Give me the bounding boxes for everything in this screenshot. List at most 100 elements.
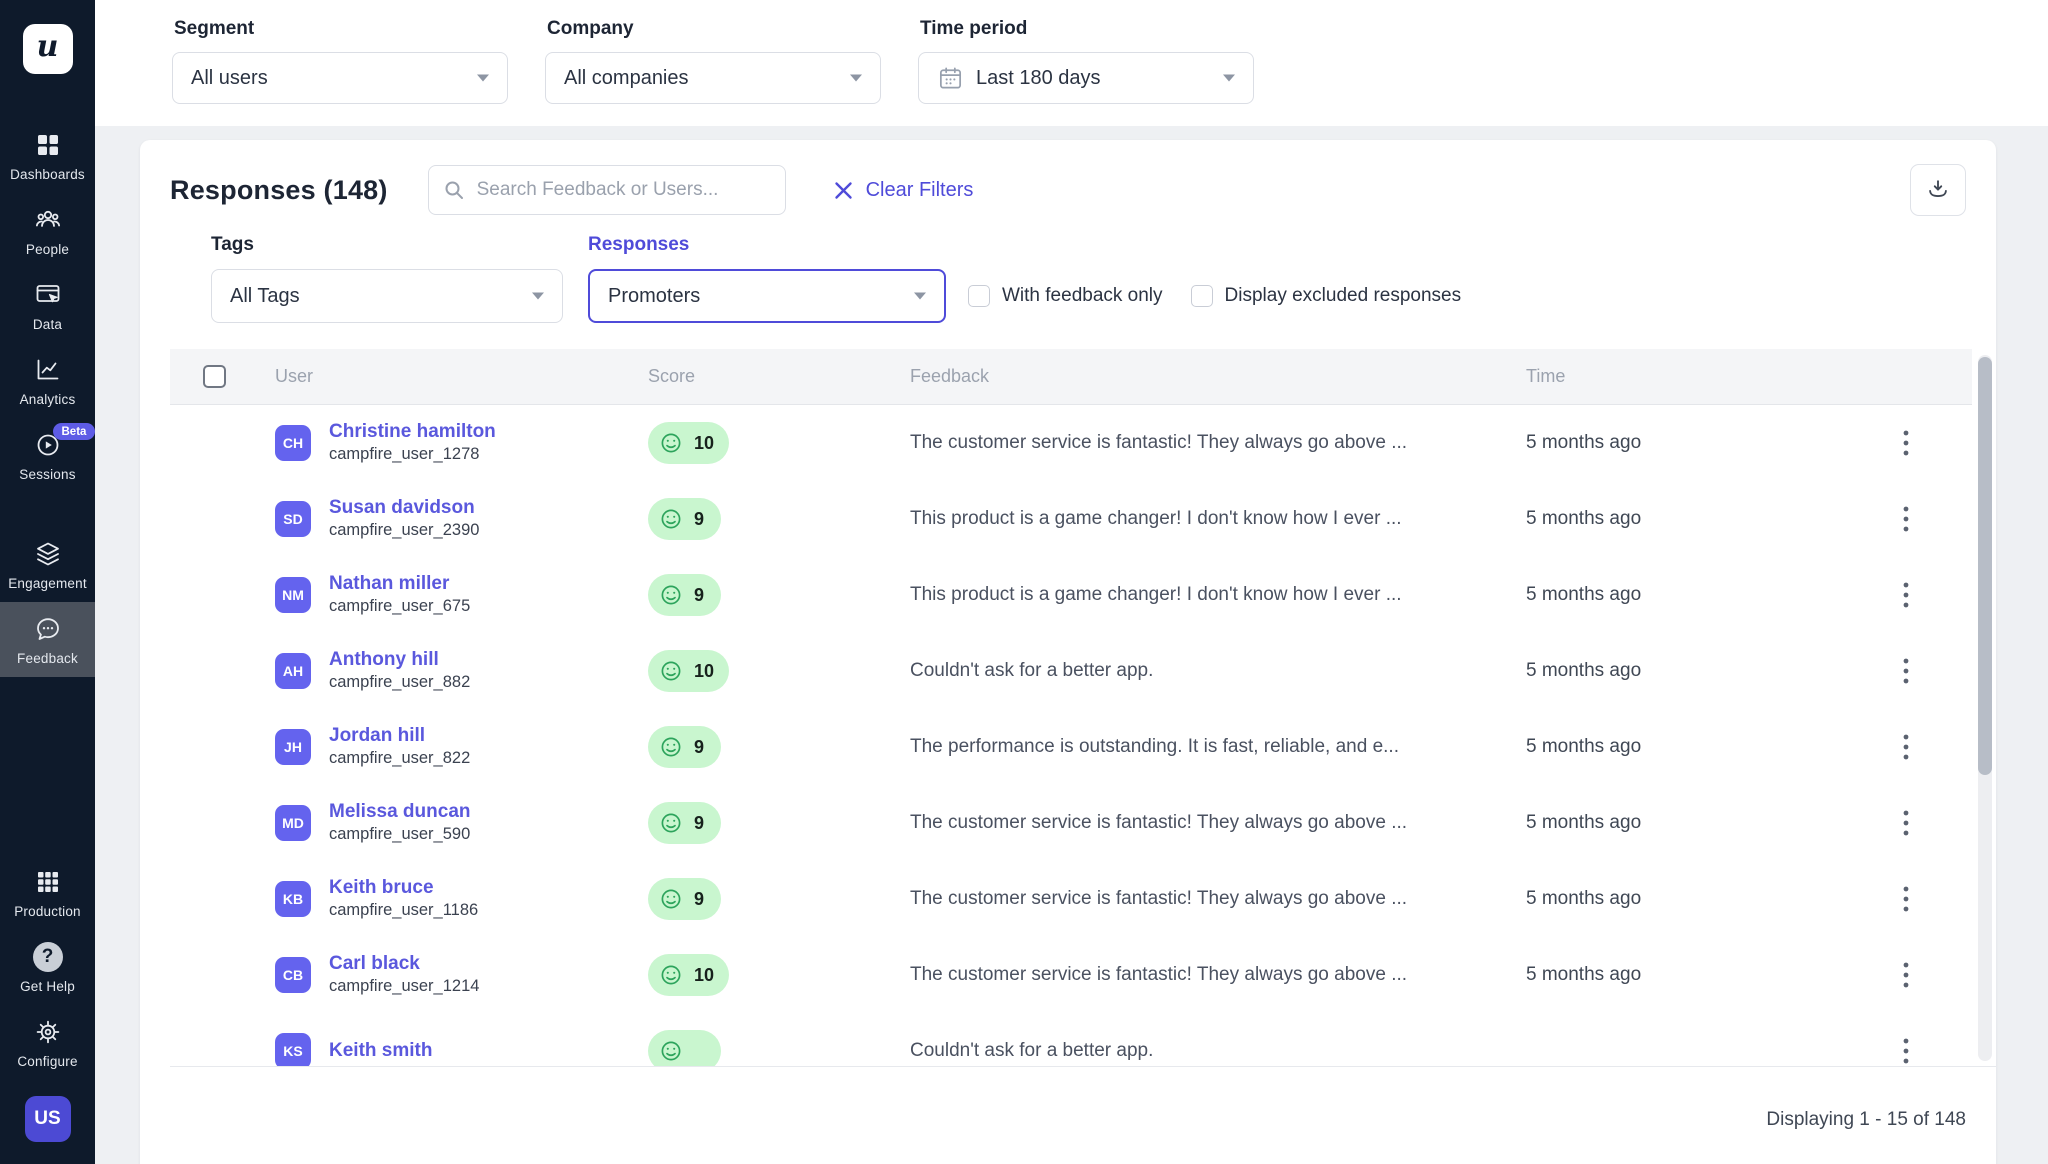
responses-label: Responses xyxy=(588,234,946,256)
score-badge: 9 xyxy=(648,574,721,616)
calendar-icon xyxy=(937,65,964,92)
avatar: KS xyxy=(275,1033,311,1067)
sidebar-item-people[interactable]: People xyxy=(0,193,95,268)
sidebar-item-production[interactable]: Production xyxy=(0,855,95,930)
top-filter-bar: Segment All users Company All companies … xyxy=(95,0,2048,126)
download-button[interactable] xyxy=(1910,164,1966,216)
response-time: 5 months ago xyxy=(1526,888,1826,910)
row-menu-button[interactable] xyxy=(1889,879,1923,919)
tags-filter-group: Tags All Tags xyxy=(211,234,563,323)
score-badge: 10 xyxy=(648,650,729,692)
beta-badge: Beta xyxy=(53,423,96,440)
scrollbar-thumb[interactable] xyxy=(1978,357,1992,775)
smiley-icon xyxy=(657,809,685,837)
score-value: 10 xyxy=(694,433,714,454)
checkbox[interactable] xyxy=(968,285,990,307)
logo-letter: u xyxy=(37,32,59,62)
sidebar-item-dashboards[interactable]: Dashboards xyxy=(0,118,95,193)
user-name-link[interactable]: Carl black xyxy=(329,952,479,976)
feedback-text: The performance is outstanding. It is fa… xyxy=(910,736,1526,758)
user-name-link[interactable]: Susan davidson xyxy=(329,496,479,520)
display-excluded-checkbox[interactable]: Display excluded responses xyxy=(1191,285,1462,307)
sidebar-item-configure[interactable]: Configure xyxy=(0,1005,95,1080)
company-select[interactable]: All companies xyxy=(545,52,881,104)
row-menu-button[interactable] xyxy=(1889,651,1923,691)
avatar: CH xyxy=(275,425,311,461)
sidebar-item-analytics[interactable]: Analytics xyxy=(0,343,95,418)
sidebar-item-label: Dashboards xyxy=(10,167,85,182)
checkbox[interactable] xyxy=(1191,285,1213,307)
user-avatar[interactable]: US xyxy=(25,1096,71,1142)
smiley-icon xyxy=(657,429,685,457)
table-scrollbar[interactable] xyxy=(1978,355,1992,1061)
select-all-checkbox[interactable] xyxy=(203,365,226,388)
column-header-time: Time xyxy=(1526,366,1826,387)
tags-select[interactable]: All Tags xyxy=(211,269,563,323)
secondary-filters: Tags All Tags Responses Promoters xyxy=(140,222,1996,323)
score-value: 9 xyxy=(694,585,706,606)
table-body: CHChristine hamiltoncampfire_user_127810… xyxy=(170,405,1996,1067)
responses-card: Responses (148) Clear Filters xyxy=(140,140,1996,1164)
sidebar-item-sessions[interactable]: Beta Sessions xyxy=(0,418,95,493)
app-window: u Dashboards People Data xyxy=(0,0,2048,1164)
table-row: JHJordan hillcampfire_user_8229The perfo… xyxy=(170,709,1996,785)
response-time: 5 months ago xyxy=(1526,660,1826,682)
pagination: Page 1 of 10 xyxy=(972,1109,1164,1164)
user-name-link[interactable]: Christine hamilton xyxy=(329,420,496,444)
question-circle-icon: ? xyxy=(33,942,63,972)
row-menu-button[interactable] xyxy=(1889,575,1923,615)
search-input[interactable] xyxy=(428,165,786,215)
with-feedback-only-checkbox[interactable]: With feedback only xyxy=(968,285,1163,307)
score-badge: 9 xyxy=(648,878,721,920)
feedback-text: The customer service is fantastic! They … xyxy=(910,812,1526,834)
smiley-icon xyxy=(657,733,685,761)
layers-icon xyxy=(33,539,63,569)
sidebar-item-label: Analytics xyxy=(20,392,76,407)
user-name-link[interactable]: Melissa duncan xyxy=(329,800,471,824)
row-menu-button[interactable] xyxy=(1889,423,1923,463)
row-menu-button[interactable] xyxy=(1889,803,1923,843)
sidebar-item-label: Data xyxy=(33,317,62,332)
app-logo[interactable]: u xyxy=(23,24,73,74)
sidebar-item-engagement[interactable]: Engagement xyxy=(0,527,95,602)
kebab-icon xyxy=(1903,962,1909,988)
user-name-link[interactable]: Nathan miller xyxy=(329,572,470,596)
score-value: 10 xyxy=(694,965,714,986)
segment-select[interactable]: All users xyxy=(172,52,508,104)
sidebar-item-label: Get Help xyxy=(20,979,75,994)
score-value: 9 xyxy=(694,813,706,834)
score-badge: 9 xyxy=(648,498,721,540)
chevron-down-icon xyxy=(914,292,926,300)
feedback-text: The customer service is fantastic! They … xyxy=(910,888,1526,910)
user-name-link[interactable]: Jordan hill xyxy=(329,724,470,748)
user-name-link[interactable]: Keith smith xyxy=(329,1039,432,1063)
row-menu-button[interactable] xyxy=(1889,727,1923,767)
sidebar-item-get-help[interactable]: ? Get Help xyxy=(0,930,95,1005)
avatar: MD xyxy=(275,805,311,841)
kebab-icon xyxy=(1903,810,1909,836)
kebab-icon xyxy=(1903,430,1909,456)
responses-value: Promoters xyxy=(608,285,914,308)
table-header: User Score Feedback Time xyxy=(170,349,1972,405)
feedback-text: The customer service is fantastic! They … xyxy=(910,964,1526,986)
user-name-link[interactable]: Anthony hill xyxy=(329,648,470,672)
response-time: 5 months ago xyxy=(1526,736,1826,758)
row-menu-button[interactable] xyxy=(1889,499,1923,539)
user-id: campfire_user_2390 xyxy=(329,520,479,541)
sidebar-item-data[interactable]: Data xyxy=(0,268,95,343)
sidebar-nav: Dashboards People Data Analytics xyxy=(0,118,95,677)
row-menu-button[interactable] xyxy=(1889,1031,1923,1067)
score-badge: 9 xyxy=(648,726,721,768)
time-period-select[interactable]: Last 180 days xyxy=(918,52,1254,104)
row-menu-button[interactable] xyxy=(1889,955,1923,995)
sidebar-item-feedback[interactable]: Feedback xyxy=(0,602,95,677)
filter-checkboxes: With feedback only Display excluded resp… xyxy=(968,269,1461,323)
responses-select[interactable]: Promoters xyxy=(588,269,946,323)
feedback-text: Couldn't ask for a better app. xyxy=(910,660,1526,682)
card-header: Responses (148) Clear Filters xyxy=(140,140,1996,222)
clear-filters-button[interactable]: Clear Filters xyxy=(834,179,974,202)
user-name-link[interactable]: Keith bruce xyxy=(329,876,478,900)
browser-cursor-icon xyxy=(33,280,63,310)
close-icon xyxy=(834,181,853,200)
score-value: 10 xyxy=(694,661,714,682)
